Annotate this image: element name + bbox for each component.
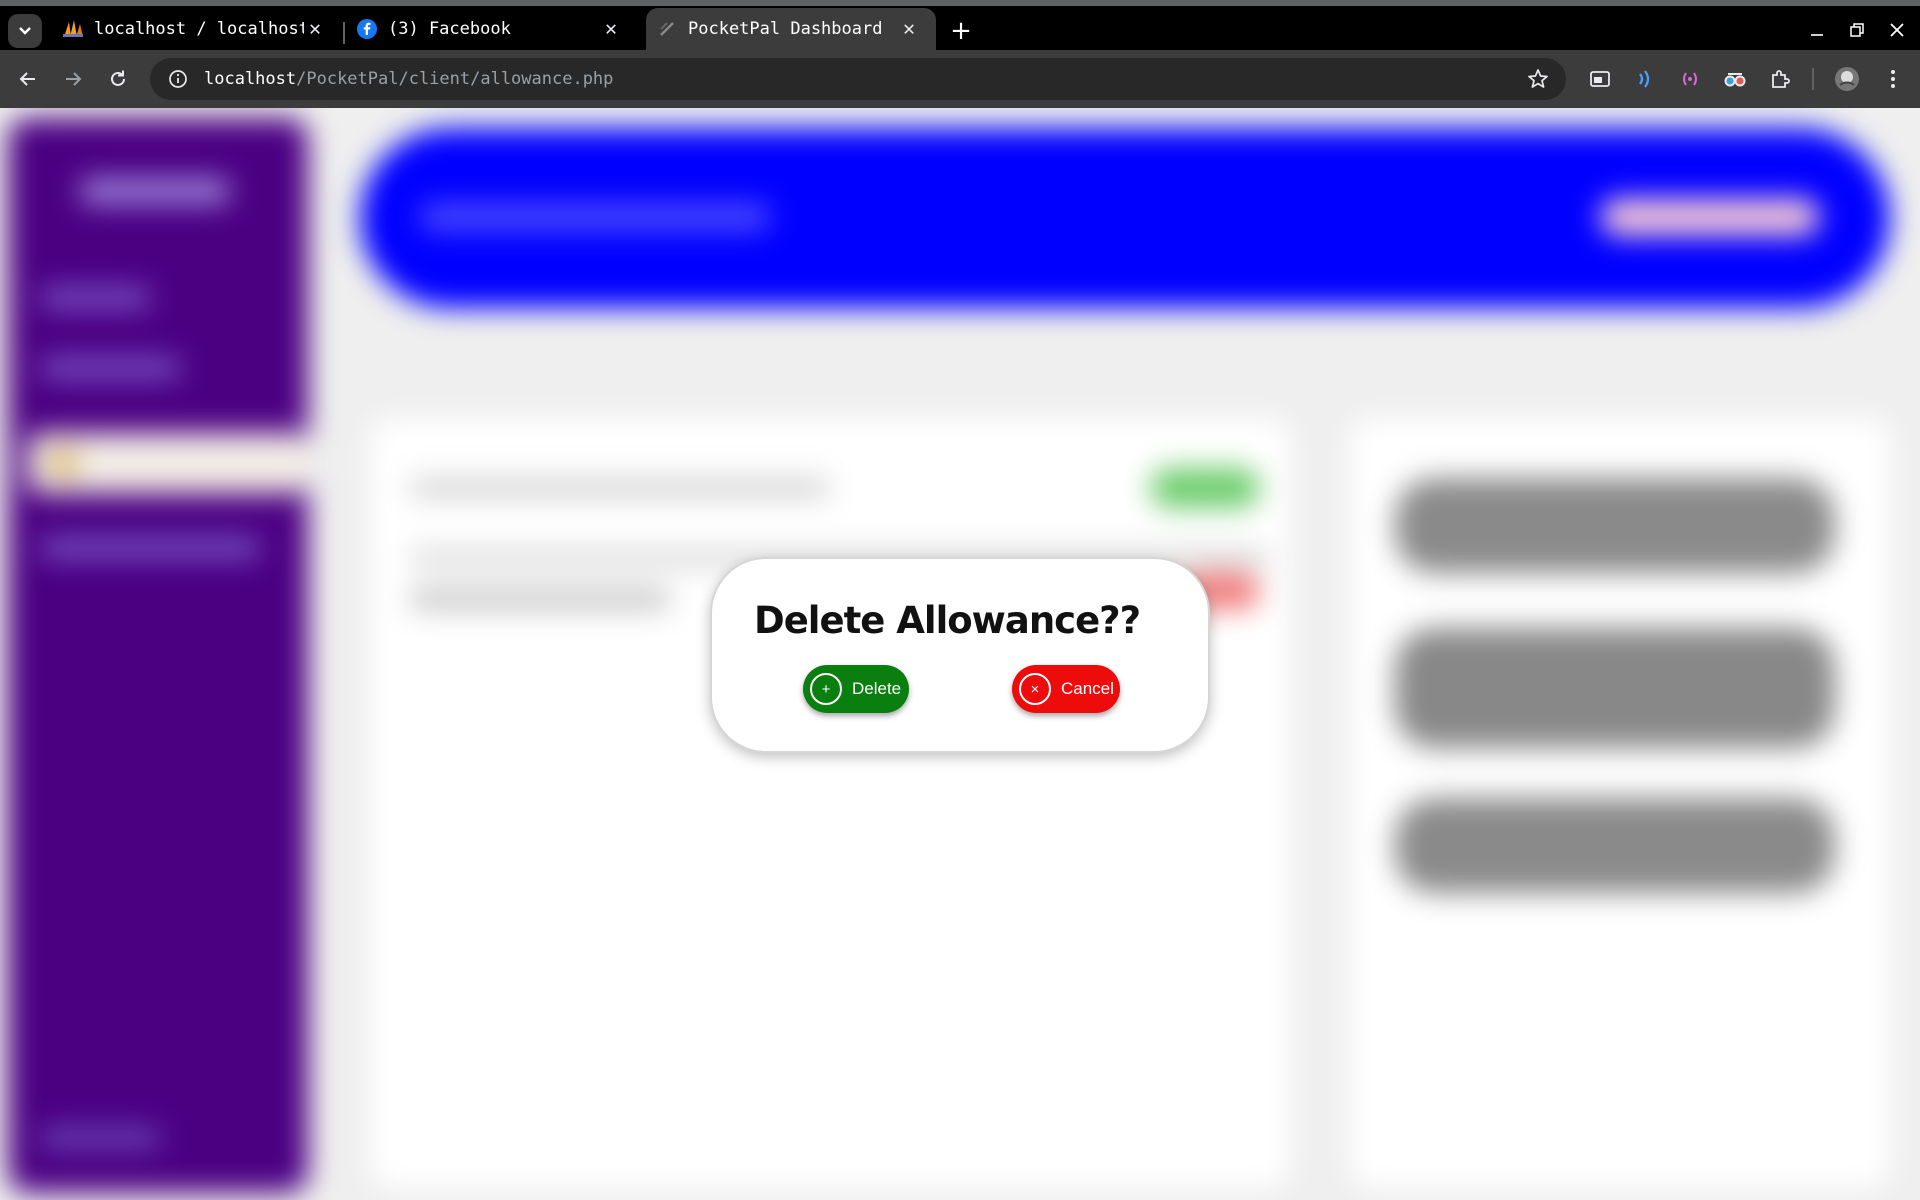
tab-facebook[interactable]: (3) Facebook ✕: [346, 8, 638, 50]
main-content-card: [370, 418, 1290, 1188]
sidebar-toggle-icon[interactable]: [1586, 65, 1614, 93]
close-window-button[interactable]: [1877, 12, 1917, 48]
new-tab-button[interactable]: +: [944, 14, 978, 48]
restore-icon: [1850, 23, 1864, 37]
phpmyadmin-icon: [62, 18, 84, 40]
profile-avatar-icon[interactable]: [1833, 65, 1861, 93]
forward-button[interactable]: [55, 61, 91, 97]
facebook-icon: [356, 18, 378, 40]
extension-glasses-icon[interactable]: [1721, 65, 1749, 93]
minimize-icon: [1811, 34, 1823, 36]
url-text: localhost/PocketPal/client/allowance.php: [204, 69, 613, 89]
page-icon: [656, 18, 678, 40]
reload-icon: [111, 70, 125, 86]
tab-bar: localhost / localhost ✕ (3) Facebook ✕ P…: [0, 6, 1920, 50]
dialog-title: Delete Allowance??: [754, 599, 1141, 642]
table-row-placeholder: [410, 478, 830, 498]
address-bar[interactable]: localhost/PocketPal/client/allowance.php: [150, 58, 1566, 100]
close-icon: [1890, 23, 1904, 37]
tab-divider: [343, 22, 345, 44]
summary-card: [1395, 798, 1835, 893]
delete-button-label: Delete: [852, 679, 902, 698]
sidebar-nav-item: [40, 358, 180, 378]
header-title-placeholder: [420, 203, 770, 231]
reload-button[interactable]: [100, 61, 136, 97]
cancel-button-label: Cancel: [1061, 679, 1114, 698]
extension-waves-icon[interactable]: [1676, 65, 1704, 93]
close-circle-icon: ×: [1019, 673, 1051, 705]
read-aloud-icon[interactable]: [1631, 65, 1659, 93]
sidebar-logo: [80, 178, 230, 204]
sidebar-nav-item: [40, 288, 150, 308]
sidebar-nav-item: [40, 538, 260, 558]
sidebar-panel: [8, 118, 308, 1193]
arrow-left-icon: [19, 72, 35, 86]
browser-toolbar: localhost/PocketPal/client/allowance.php: [0, 50, 1920, 108]
restore-button[interactable]: [1837, 12, 1877, 48]
delete-confirm-dialog: Delete Allowance?? + Delete × Cancel: [710, 557, 1210, 753]
tab-title: localhost / localhost: [94, 19, 304, 39]
tab-search-button[interactable]: [8, 14, 42, 48]
extensions-puzzle-icon[interactable]: [1766, 65, 1794, 93]
close-icon[interactable]: ✕: [898, 16, 920, 40]
arrow-right-icon: [66, 72, 82, 86]
summary-card: [1395, 628, 1835, 748]
star-icon[interactable]: [1526, 67, 1550, 91]
header-button-placeholder: [1600, 198, 1820, 236]
close-icon[interactable]: ✕: [304, 16, 326, 40]
url-host: localhost: [204, 69, 297, 89]
minimize-button[interactable]: [1797, 12, 1837, 48]
sidebar-active-dot: [48, 448, 78, 478]
summary-card: [1395, 478, 1835, 573]
page-viewport: Delete Allowance?? + Delete × Cancel: [0, 108, 1920, 1200]
plus-circle-icon: +: [810, 673, 842, 705]
url-path: /PocketPal/client/allowance.php: [296, 69, 614, 89]
add-button-placeholder: [1150, 468, 1260, 508]
chevron-down-icon: [19, 27, 31, 35]
tab-title: (3) Facebook: [388, 19, 511, 39]
delete-button[interactable]: + Delete: [803, 665, 909, 713]
site-info-icon[interactable]: [158, 59, 198, 99]
tab-title: PocketPal Dashboard: [688, 19, 883, 39]
tab-phpmyadmin[interactable]: localhost / localhost ✕: [52, 8, 342, 50]
back-button[interactable]: [10, 61, 46, 97]
more-menu-icon[interactable]: [1879, 65, 1907, 93]
close-icon[interactable]: ✕: [600, 16, 622, 40]
tab-pocketpal-dashboard[interactable]: PocketPal Dashboard ✕: [646, 8, 936, 50]
toolbar-divider: [1812, 68, 1814, 90]
table-row-placeholder: [410, 588, 670, 610]
cancel-button[interactable]: × Cancel: [1012, 665, 1120, 713]
sidebar-footer-item: [40, 1128, 160, 1148]
